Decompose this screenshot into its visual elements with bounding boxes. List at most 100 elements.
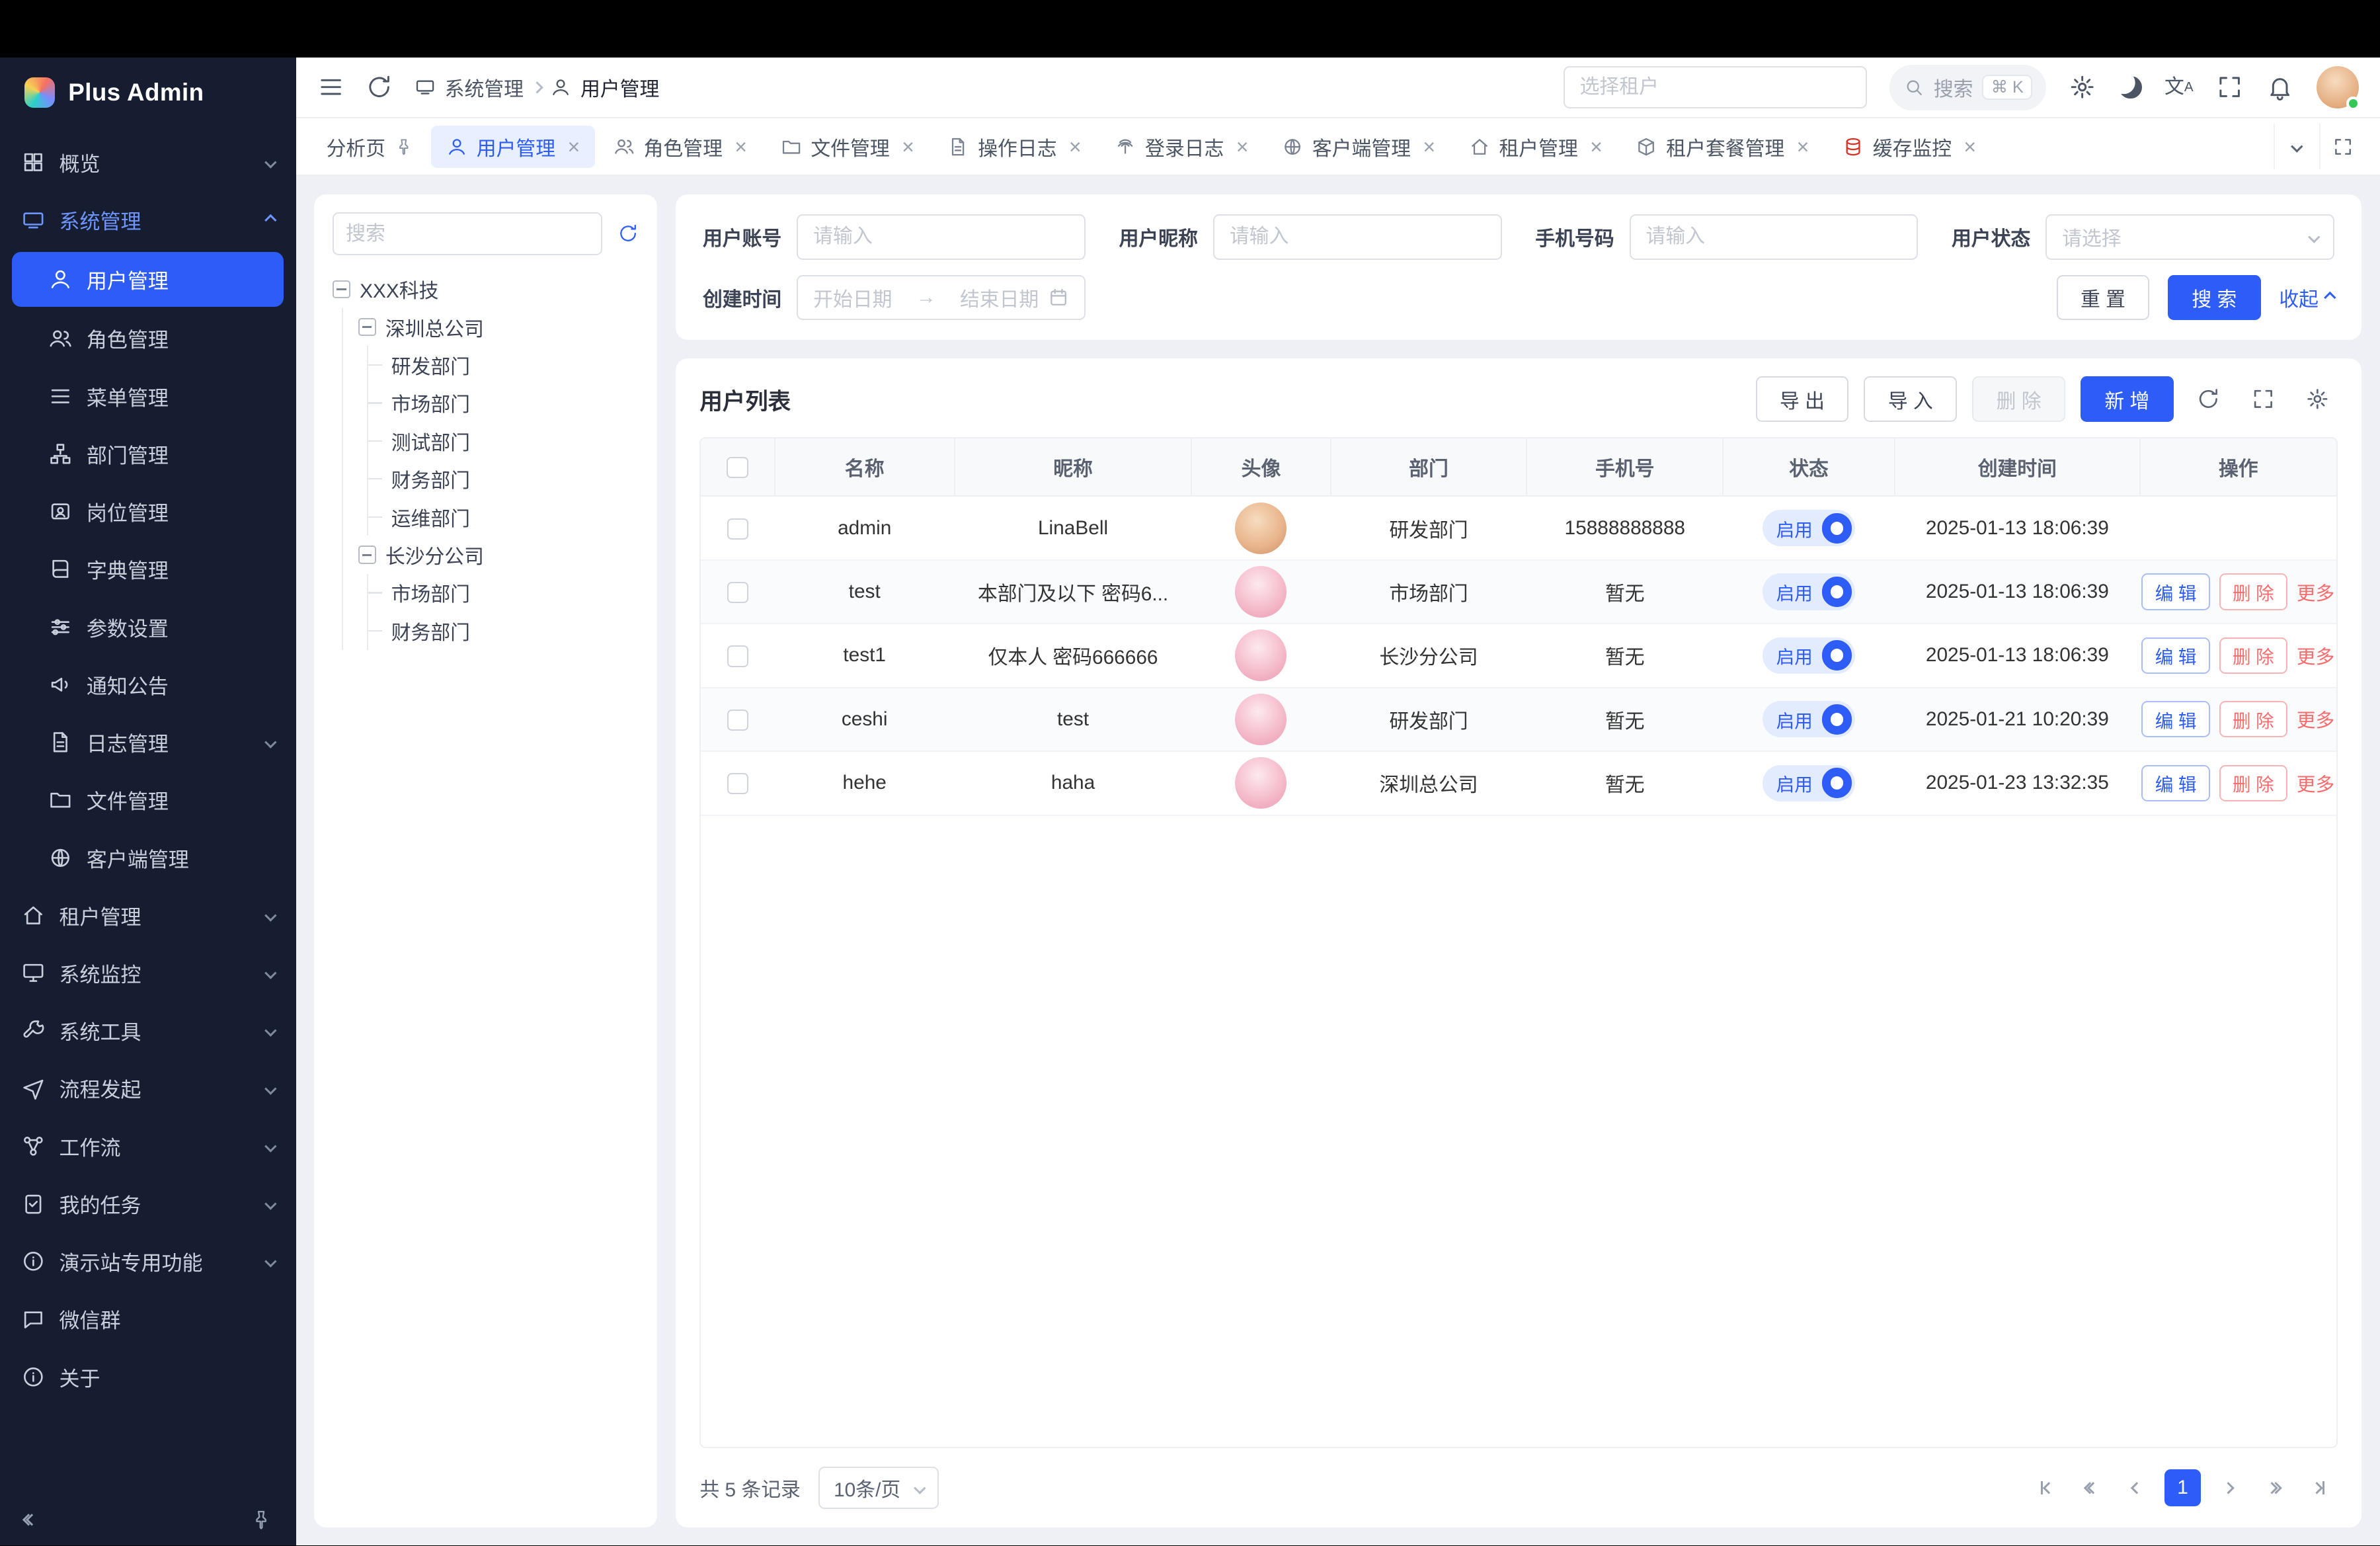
delete-button[interactable]: 删 除 bbox=[2219, 765, 2287, 801]
close-icon[interactable]: × bbox=[1423, 136, 1435, 157]
row-checkbox[interactable] bbox=[727, 773, 748, 794]
breadcrumb-item[interactable]: 系统管理 bbox=[445, 73, 524, 102]
settings-icon[interactable] bbox=[2069, 73, 2096, 101]
close-icon[interactable]: × bbox=[1069, 136, 1082, 157]
edit-button[interactable]: 编 辑 bbox=[2141, 573, 2209, 610]
close-icon[interactable]: × bbox=[567, 136, 580, 157]
global-search[interactable]: 搜索 ⌘ K bbox=[1889, 65, 2046, 110]
user-avatar[interactable] bbox=[2317, 66, 2359, 108]
last-page-button[interactable] bbox=[2301, 1469, 2338, 1506]
tree-node[interactable]: 测试部门 bbox=[383, 422, 639, 460]
sidebar-item-param-settings[interactable]: 参数设置 bbox=[0, 598, 296, 655]
tree-node[interactable]: 市场部门 bbox=[383, 574, 639, 612]
export-button[interactable]: 导 出 bbox=[1756, 376, 1849, 422]
tabs-dropdown-button[interactable] bbox=[2274, 124, 2319, 169]
sidebar-item-dict-management[interactable]: 字典管理 bbox=[0, 540, 296, 598]
more-button[interactable]: 更多 bbox=[2297, 642, 2334, 669]
tree-node[interactable]: 市场部门 bbox=[383, 384, 639, 422]
tab-tenant-management[interactable]: 租户管理 × bbox=[1454, 126, 1618, 168]
status-toggle[interactable]: 启用 bbox=[1763, 637, 1855, 674]
more-button[interactable]: 更多 bbox=[2297, 706, 2334, 733]
app-logo[interactable]: Plus Admin bbox=[0, 58, 296, 128]
edit-button[interactable]: 编 辑 bbox=[2141, 637, 2209, 674]
collapse-filter-link[interactable]: 收起 bbox=[2279, 283, 2334, 312]
row-checkbox[interactable] bbox=[727, 582, 748, 603]
status-toggle[interactable]: 启用 bbox=[1763, 573, 1855, 610]
status-select[interactable]: 请选择 bbox=[2045, 214, 2334, 260]
table-row[interactable]: ceshi test 研发部门 暂无 启用 2025-01-21 10:20:3… bbox=[701, 688, 2336, 751]
page-number[interactable]: 1 bbox=[2164, 1469, 2201, 1506]
refresh-page-icon[interactable] bbox=[366, 73, 393, 101]
sidebar-item-menu-management[interactable]: 菜单管理 bbox=[0, 368, 296, 425]
first-page-button[interactable] bbox=[2028, 1469, 2064, 1506]
tree-node[interactable]: 深圳总公司 bbox=[358, 308, 639, 346]
sidebar-item-role-management[interactable]: 角色管理 bbox=[0, 309, 296, 367]
close-icon[interactable]: × bbox=[1590, 136, 1603, 157]
prev-page-button[interactable] bbox=[2119, 1469, 2155, 1506]
nickname-input[interactable] bbox=[1213, 214, 1502, 260]
sidebar-item-file-management[interactable]: 文件管理 bbox=[0, 771, 296, 829]
sidebar-item-post-management[interactable]: 岗位管理 bbox=[0, 483, 296, 540]
add-button[interactable]: 新 增 bbox=[2081, 376, 2174, 422]
tab-login-log[interactable]: 登录日志 × bbox=[1099, 126, 1263, 168]
tree-node[interactable]: 运维部门 bbox=[383, 498, 639, 536]
fast-backward-button[interactable] bbox=[2073, 1469, 2110, 1506]
page-size-select[interactable]: 10条/页 bbox=[818, 1467, 939, 1509]
date-range-picker[interactable]: 开始日期 → 结束日期 bbox=[797, 275, 1086, 321]
sidebar-item-notice[interactable]: 通知公告 bbox=[0, 656, 296, 713]
more-button[interactable]: 更多 bbox=[2297, 579, 2334, 606]
tree-search-input[interactable] bbox=[333, 212, 603, 255]
close-icon[interactable]: × bbox=[1236, 136, 1249, 157]
table-row[interactable]: hehe haha 深圳总公司 暂无 启用 2025-01-23 13:32:3… bbox=[701, 751, 2336, 815]
edit-button[interactable]: 编 辑 bbox=[2141, 765, 2209, 801]
column-settings-icon[interactable] bbox=[2298, 380, 2338, 419]
more-button[interactable]: 更多 bbox=[2297, 770, 2334, 797]
sidebar-pin-button[interactable] bbox=[251, 1509, 272, 1530]
theme-toggle-icon[interactable] bbox=[2119, 76, 2141, 99]
sidebar-item-process-start[interactable]: 流程发起 bbox=[0, 1059, 296, 1117]
table-refresh-icon[interactable] bbox=[2189, 380, 2229, 419]
batch-delete-button[interactable]: 删 除 bbox=[1972, 376, 2065, 422]
row-checkbox[interactable] bbox=[727, 518, 748, 540]
delete-button[interactable]: 删 除 bbox=[2219, 701, 2287, 737]
sidebar-item-system-tools[interactable]: 系统工具 bbox=[0, 1002, 296, 1059]
table-row[interactable]: test1 仅本人 密码666666 长沙分公司 暂无 启用 2025-01-1… bbox=[701, 624, 2336, 687]
locale-icon[interactable]: 文A bbox=[2164, 77, 2194, 97]
status-toggle[interactable]: 启用 bbox=[1763, 765, 1855, 801]
tree-node[interactable]: 财务部门 bbox=[383, 460, 639, 498]
tab-user-management[interactable]: 用户管理 × bbox=[431, 126, 595, 168]
tabs-fullscreen-button[interactable] bbox=[2319, 124, 2365, 169]
tree-refresh-icon[interactable] bbox=[617, 223, 639, 244]
notification-bell-icon[interactable] bbox=[2266, 73, 2293, 101]
tab-analysis[interactable]: 分析页 bbox=[311, 126, 428, 168]
close-icon[interactable]: × bbox=[1797, 136, 1809, 157]
collapse-toggle-icon[interactable] bbox=[358, 318, 377, 337]
collapse-toggle-icon[interactable] bbox=[358, 546, 377, 564]
tab-operation-log[interactable]: 操作日志 × bbox=[932, 126, 1096, 168]
close-icon[interactable]: × bbox=[902, 136, 914, 157]
table-fullscreen-icon[interactable] bbox=[2243, 380, 2283, 419]
reset-button[interactable]: 重 置 bbox=[2057, 275, 2150, 321]
hamburger-menu-icon[interactable] bbox=[317, 73, 344, 101]
close-icon[interactable]: × bbox=[734, 136, 747, 157]
tab-client-management[interactable]: 客户端管理 × bbox=[1267, 126, 1450, 168]
sidebar-item-client-management[interactable]: 客户端管理 bbox=[0, 829, 296, 886]
status-toggle[interactable]: 启用 bbox=[1763, 701, 1855, 737]
import-button[interactable]: 导 入 bbox=[1864, 376, 1957, 422]
tree-node-root[interactable]: XXX科技 bbox=[333, 270, 639, 308]
sidebar-item-system-management[interactable]: 系统管理 bbox=[0, 191, 296, 249]
fullscreen-icon[interactable] bbox=[2216, 73, 2243, 101]
sidebar-item-system-monitor[interactable]: 系统监控 bbox=[0, 944, 296, 1002]
table-row[interactable]: test 本部门及以下 密码6... 市场部门 暂无 启用 2025-01-13… bbox=[701, 560, 2336, 624]
sidebar-item-user-management[interactable]: 用户管理 bbox=[12, 252, 284, 307]
sidebar-item-wechat-group[interactable]: 微信群 bbox=[0, 1290, 296, 1348]
select-all-checkbox[interactable] bbox=[727, 457, 748, 478]
status-toggle[interactable]: 启用 bbox=[1763, 510, 1855, 546]
sidebar-item-tenant-management[interactable]: 租户管理 bbox=[0, 887, 296, 944]
tab-role-management[interactable]: 角色管理 × bbox=[598, 126, 762, 168]
tab-cache-monitor[interactable]: 缓存监控 × bbox=[1827, 126, 1991, 168]
pin-icon[interactable] bbox=[395, 138, 413, 156]
tab-file-management[interactable]: 文件管理 × bbox=[766, 126, 930, 168]
sidebar-collapse-button[interactable] bbox=[24, 1516, 36, 1524]
sidebar-item-demo-features[interactable]: 演示站专用功能 bbox=[0, 1233, 296, 1290]
